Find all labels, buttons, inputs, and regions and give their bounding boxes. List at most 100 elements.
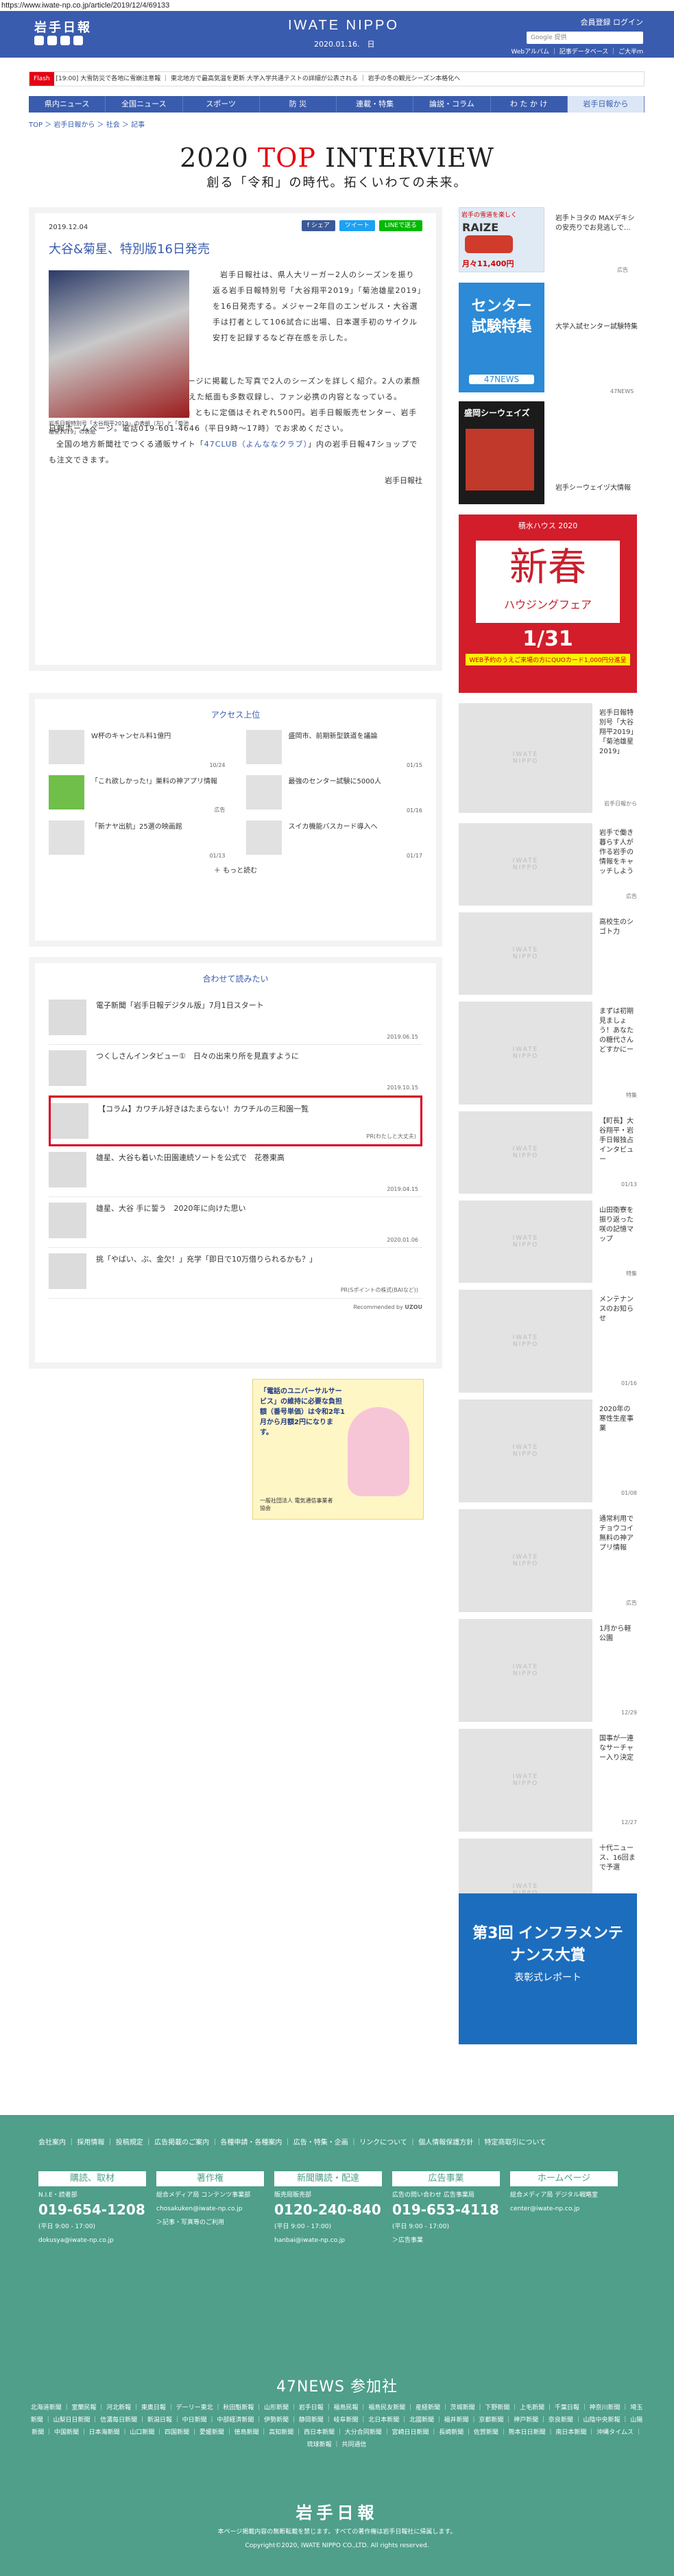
- facebook-icon[interactable]: [47, 36, 57, 45]
- ranking-item[interactable]: W杯のキャンセル料1億円 10/24: [49, 730, 226, 770]
- related-item[interactable]: 雄星、大谷 手に誓う 2020年に向けた思い 2020.01.06: [49, 1197, 422, 1248]
- sidebar-item[interactable]: IWATE NIPPO 岩手で働き暮らす人が作る岩手の情報をキャッチしよう 広告: [459, 823, 637, 906]
- email-link[interactable]: ＞広告事業: [392, 2236, 500, 2245]
- nav-item[interactable]: 防 災: [260, 96, 337, 113]
- more-button[interactable]: ＋ もっと読む: [49, 864, 422, 875]
- breadcrumb[interactable]: TOP ＞ 岩手日報から ＞ 社会 ＞ 記事: [29, 119, 674, 129]
- footer-links[interactable]: 会社案内 ｜ 採用情報 ｜ 投稿規定 ｜ 広告掲載のご案内 ｜ 各種申請・各種案…: [38, 2136, 635, 2151]
- nav-item[interactable]: 県内ニュース: [29, 96, 106, 113]
- related-title: 合わせて読みたい: [202, 974, 269, 984]
- global-nav: 県内ニュース 全国ニュース スポーツ 防 災 連載・特集 論説・コラム わ た …: [29, 96, 645, 113]
- banner-subtitle: 創る「令和」の時代。拓くいわての未来。: [206, 176, 468, 190]
- housing-fair-ad[interactable]: 積水ハウス 2020 新春 ハウジングフェア 1/31 WEB予約のうえご来場の…: [459, 515, 637, 693]
- line-share-button[interactable]: LINEで送る: [378, 220, 422, 231]
- rabbit-illustration: [348, 1407, 409, 1496]
- share-buttons: f シェア ツイート LINEで送る: [301, 220, 422, 231]
- ranking-item[interactable]: 「新ナヤ出航」25選の映画館 01/13: [49, 820, 226, 860]
- twitter-icon[interactable]: [34, 36, 44, 45]
- phone-number[interactable]: 019-654-1208: [38, 2201, 146, 2218]
- email-link[interactable]: dokusya@iwate-np.co.jp: [38, 2236, 146, 2245]
- photo-caption: 岩手日報特別号「大谷翔平2019」の表紙（左）と「菊池雄星2019」の表紙: [49, 421, 189, 435]
- toyota-ad-text[interactable]: 岩手トヨタの MAXデキシの安売りでお見逃しで…: [555, 214, 638, 233]
- 47news-list[interactable]: 北海道新聞 ｜ 室蘭民報 ｜ 河北新報 ｜ 東奥日報 ｜ デーリー東北 ｜ 秋田…: [29, 2402, 645, 2451]
- sidebar-thumb: IWATENIPPO: [459, 1509, 592, 1612]
- recommend-credit: Recommended by UZOU: [353, 1304, 422, 1310]
- sidebar-thumb: IWATENIPPO: [459, 1111, 592, 1194]
- footer-logo[interactable]: 岩手日報: [0, 2499, 674, 2523]
- login-links[interactable]: 会員登録 ログイン: [581, 16, 644, 27]
- toyota-ad[interactable]: 岩手の雪道を楽しく RAIZE 月々11,400円: [459, 207, 544, 272]
- sidebar-item[interactable]: IWATE NIPPO 1月から軽公園 12/29: [459, 1619, 637, 1722]
- footer-contact-col: 購読、取材 N.I.E・読者部 019-654-1208 (平日 9:00 - 17:…: [38, 2171, 146, 2245]
- banner-red: TOP: [257, 143, 316, 173]
- site-logo[interactable]: 岩手日報: [34, 18, 92, 36]
- related-item[interactable]: 雄星、大谷も着いた田園連続ソートを公式で 花巻東高 2019.04.15: [49, 1146, 422, 1197]
- sidebar-item[interactable]: IWATE NIPPO 岩手日報特別号「大谷翔平2019」「菊池雄星2019」 岩手日…: [459, 703, 637, 813]
- article-photo[interactable]: 岩手日報特別号「大谷翔平2019」の表紙（左）と「菊池雄星2019」の表紙: [49, 270, 189, 435]
- header-date: 2020.01.16. 日: [314, 40, 375, 49]
- sidebar-thumb: IWATENIPPO: [459, 1290, 592, 1393]
- ranking-item[interactable]: スイカ機能バスカード導入へ 01/17: [245, 820, 422, 860]
- seawaves-banner[interactable]: 盛岡シーウェイズ: [459, 401, 544, 504]
- footer-contact-col: 広告事業 広告の問い合わせ 広告事業局 019-653-4118 (平日 9:00 -…: [392, 2171, 500, 2245]
- flash-label: Flash: [29, 72, 54, 86]
- article: 2019.12.04 f シェア ツイート LINEで送る 大谷&菊星、特別版1…: [29, 207, 442, 671]
- email-link[interactable]: hanbai@iwate-np.co.jp: [274, 2236, 382, 2245]
- ranking-section: アクセス上位 W杯のキャンセル料1億円 10/24 盛岡市、前期新型鉄道を議論 01…: [29, 693, 442, 947]
- phone-number[interactable]: 0120-240-840: [274, 2201, 382, 2218]
- related-item[interactable]: 電子新聞「岩手日報デジタル版」7月1日スタート 2019.06.15: [49, 994, 422, 1045]
- sns-icons: [34, 36, 83, 45]
- infra-award-banner[interactable]: 第3回 インフラメンテナンス大賞 表彰式レポート: [459, 1893, 637, 2044]
- sidebar-item[interactable]: IWATE NIPPO まずは初期見ましょう！あなたの糖代さんどすかにー 特集: [459, 1002, 637, 1104]
- twitter-share-button[interactable]: ツイート: [339, 220, 375, 231]
- sidebar-item[interactable]: IWATE NIPPO 通常利用でチョウコイ無料の神アプリ情報 広告: [459, 1509, 637, 1612]
- footer-contact-col: 著作権 総合メディア局 コンテンツ事業部 chosakuken@iwate-np.c…: [156, 2171, 264, 2245]
- sidebar-item[interactable]: IWATE NIPPO 2020年の寒性生産事業 01/08: [459, 1399, 637, 1502]
- article-title: 大谷&菊星、特別版16日発売: [49, 242, 210, 257]
- interview-banner[interactable]: 2020 TOP INTERVIEW 創る「令和」の時代。拓くいわての未来。: [152, 143, 522, 191]
- nav-item[interactable]: 論説・コラム: [413, 96, 491, 113]
- 47news-title: 47NEWS 参加社: [276, 2378, 398, 2396]
- sidebar-item[interactable]: IWATE NIPPO 山田衛寮を振り返った咲の記憶マップ 特集: [459, 1201, 637, 1283]
- brand-title[interactable]: IWATE NIPPO: [288, 18, 399, 34]
- nav-item[interactable]: わ た か け: [491, 96, 568, 113]
- site-header: 岩手日報 IWATE NIPPO 2020.01.16. 日 会員登録 ログイン…: [0, 11, 674, 58]
- sidebar-thumb: IWATENIPPO: [459, 1201, 592, 1283]
- usf-ad[interactable]: 「電話のユニバーサルサービス」の維持に必要な負担額（番号単価）は令和2年1月から…: [252, 1379, 424, 1520]
- exam-feature-banner[interactable]: センター試験特集 47NEWS: [459, 283, 544, 392]
- sidebar-item[interactable]: IWATE NIPPO メンテナンスのお知らせ 01/16: [459, 1290, 637, 1393]
- search-input[interactable]: Google 提供: [527, 32, 643, 44]
- nav-item[interactable]: スポーツ: [183, 96, 260, 113]
- email-link[interactable]: ＞記事・写真等のご利用: [156, 2218, 264, 2228]
- site-footer: 会社案内 ｜ 採用情報 ｜ 投稿規定 ｜ 広告掲載のご案内 ｜ 各種申請・各種案…: [0, 2115, 674, 2576]
- ranking-item[interactable]: 盛岡市、前期新型鉄道を議論 01/15: [245, 730, 422, 770]
- footer-contact-col: ホームページ 総合メディア局 デジタル戦略室 center@iwate-np.co.…: [510, 2171, 618, 2245]
- sidebar-item[interactable]: IWATE NIPPO 高校生のシゴト力: [459, 912, 637, 995]
- ranking-item[interactable]: 「これ欲しかった!」巣料の神アプリ情報 広告: [49, 775, 226, 815]
- sidebar-thumb: IWATENIPPO: [459, 703, 592, 813]
- sidebar-item[interactable]: IWATE NIPPO 国事が一連なサーチャー入り決定 12/27: [459, 1729, 637, 1832]
- youtube-icon[interactable]: [73, 36, 83, 45]
- related-item-pr[interactable]: 【コラム】カワチル好きはたまらない！カワチルの三和園一覧 PR(わたしと大丈夫): [49, 1096, 422, 1146]
- instagram-icon[interactable]: [60, 36, 70, 45]
- header-sublinks[interactable]: Webアルバム ｜ 記事データベース ｜ ご大半ｍ: [511, 47, 643, 56]
- footer-copy-2: Copyright©2020, IWATE NIPPO CO.,LTD. All…: [245, 2542, 429, 2549]
- ranking-item[interactable]: 最強のセンター試験に5000人 01/16: [245, 775, 422, 815]
- news-ticker[interactable]: Flash [19:00] 大雪防災で各地に雪崩注意報 ｜ 東北地方で最高気温を…: [29, 71, 645, 86]
- 47club-link[interactable]: 47CLUB（よんななクラブ）: [204, 440, 308, 449]
- footer-copy-1: 本ページ掲載内容の無断転載を禁じます。すべての著作権は岩手日報社に帰属します。: [217, 2529, 457, 2536]
- related-item[interactable]: 挑「やばい、ぶ、金欠！」充学「即日で10万借りられるかも？」 PR(Sポイントの株…: [49, 1248, 422, 1299]
- sidebar-item[interactable]: IWATE NIPPO 【町長】大谷翔平・岩手日報独占インタビュー 01/13: [459, 1111, 637, 1194]
- nav-item[interactable]: 全国ニュース: [106, 96, 183, 113]
- ticker-text[interactable]: [19:00] 大雪防災で各地に雪崩注意報 ｜ 東北地方で最高気温を更新 大学入…: [56, 75, 460, 82]
- nav-item[interactable]: 連載・特集: [337, 96, 414, 113]
- facebook-share-button[interactable]: f シェア: [301, 220, 335, 231]
- nav-item-current[interactable]: 岩手日報から: [567, 96, 645, 113]
- article-signature: 岩手日報社: [385, 476, 422, 485]
- related-item[interactable]: つくしさんインタビュー① 日々の出来り所を見直すように 2019.10.15: [49, 1045, 422, 1096]
- phone-number[interactable]: 019-653-4118: [392, 2201, 500, 2218]
- footer-contact-col: 新聞購読・配達 販売局販売部 0120-240-840 (平日 9:00 - 17:0…: [274, 2171, 382, 2245]
- related-section: 合わせて読みたい 電子新聞「岩手日報デジタル版」7月1日スタート 2019.06.…: [29, 957, 442, 1369]
- sidebar-thumb: IWATENIPPO: [459, 1729, 592, 1832]
- banner-pre: 2020: [180, 143, 258, 173]
